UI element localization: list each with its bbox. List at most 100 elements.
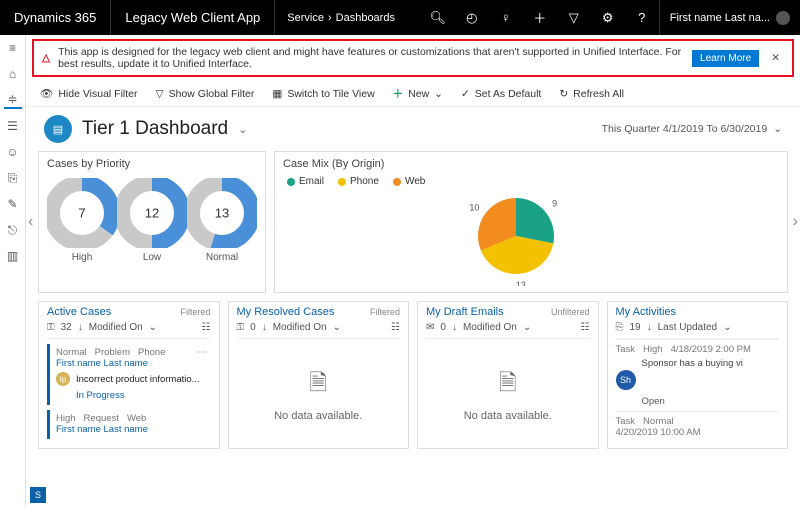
- card-title[interactable]: My Resolved Cases: [237, 306, 335, 318]
- help-icon[interactable]: ?: [625, 0, 659, 35]
- app-name[interactable]: Legacy Web Client App: [111, 0, 275, 35]
- chevron-down-icon[interactable]: ⌄: [238, 123, 247, 136]
- queue-icon[interactable]: ⎘: [4, 169, 22, 187]
- svg-text:13: 13: [516, 280, 526, 286]
- close-icon[interactable]: ✕: [767, 52, 784, 64]
- settings-icon[interactable]: ☷: [391, 322, 400, 333]
- side-rail: ≡ ⌂ ≑ ☰ ☺ ⎘ ✎ ⎋ ▥: [0, 35, 26, 507]
- card-title[interactable]: Active Cases: [47, 306, 111, 318]
- set-default-button[interactable]: ✓Set As Default: [461, 88, 541, 100]
- owner-link[interactable]: First name Last name: [56, 424, 207, 435]
- draft-emails-card: My Draft EmailsUnfiltered ✉0↓Modified On…: [417, 301, 599, 449]
- copy-icon[interactable]: ⎘: [616, 322, 624, 333]
- case-item[interactable]: HighRequestWeb First name Last name: [47, 410, 211, 439]
- panel-title: Cases by Priority: [47, 158, 257, 170]
- activity-item[interactable]: TaskNormal 4/20/2019 10:00 AM: [616, 411, 780, 442]
- folder-icon[interactable]: ▥: [4, 247, 22, 265]
- svg-text:9: 9: [552, 199, 557, 209]
- hide-visual-filter-button[interactable]: 👁︎Hide Visual Filter: [40, 87, 138, 100]
- owner-link[interactable]: First name Last name: [56, 358, 207, 369]
- nodata-text: No data available.: [464, 410, 552, 422]
- dashboard-icon: ▤: [44, 115, 72, 143]
- donut-normal[interactable]: 13 Normal: [187, 178, 257, 263]
- alert-text: This app is designed for the legacy web …: [58, 46, 684, 70]
- bulb-icon[interactable]: ♀: [489, 0, 523, 35]
- chevron-down-icon: ⌄: [434, 88, 443, 100]
- cards-row: Active CasesFiltered ⚿ 32 ↓ Modified On …: [38, 301, 788, 449]
- clock-icon[interactable]: ◴: [455, 0, 489, 35]
- plus-icon[interactable]: ＋: [523, 0, 557, 35]
- settings-icon[interactable]: ☷: [202, 322, 211, 333]
- check-icon: ✓: [461, 88, 470, 100]
- new-button[interactable]: ＋New⌄: [393, 86, 443, 101]
- user-menu[interactable]: First name Last na...: [659, 0, 800, 35]
- users-icon[interactable]: ☺: [4, 143, 22, 161]
- resolved-cases-card: My Resolved CasesFiltered ⚿0↓Modified On…: [228, 301, 410, 449]
- pin-icon[interactable]: ✎: [4, 195, 22, 213]
- donut-low[interactable]: 12 Low: [117, 178, 187, 263]
- date-range[interactable]: This Quarter 4/1/2019 To 6/30/2019⌄: [602, 123, 782, 135]
- command-bar: 👁︎Hide Visual Filter ▽Show Global Filter…: [26, 81, 800, 107]
- mail-icon[interactable]: ✉: [426, 322, 434, 333]
- key-icon[interactable]: ⚿: [237, 322, 245, 333]
- avatar-icon: Ip: [56, 372, 70, 386]
- chevron-down-icon[interactable]: ⌄: [149, 322, 157, 333]
- filter-status: Filtered: [180, 307, 210, 317]
- sort-field[interactable]: Modified On: [89, 322, 143, 333]
- arrow-down-icon[interactable]: ↓: [78, 322, 83, 333]
- key-icon[interactable]: ⚿: [47, 322, 55, 333]
- crumb-dashboards[interactable]: Dashboards: [336, 12, 395, 24]
- count: 32: [61, 322, 72, 333]
- chevron-down-icon: ⌄: [773, 123, 782, 135]
- learn-more-button[interactable]: Learn More: [692, 50, 759, 67]
- filter-icon[interactable]: ▽: [557, 0, 591, 35]
- home-icon[interactable]: ⌂: [4, 65, 22, 83]
- breadcrumb[interactable]: Service › Dashboards: [275, 0, 407, 35]
- dashboard-header: ▤ Tier 1 Dashboard ⌄ This Quarter 4/1/20…: [26, 107, 800, 151]
- gear-icon[interactable]: ⚙: [591, 0, 625, 35]
- show-global-filter-button[interactable]: ▽Show Global Filter: [156, 88, 255, 100]
- legend-item[interactable]: Phone: [338, 176, 379, 187]
- filter-status: Unfiltered: [551, 307, 590, 317]
- legacy-alert: △ This app is designed for the legacy we…: [32, 39, 794, 77]
- charts-row: ‹ › Cases by Priority 7 High 12 Low 13: [38, 151, 788, 293]
- status-badge[interactable]: S: [30, 487, 46, 503]
- nodata-text: No data available.: [274, 410, 362, 422]
- crumb-service[interactable]: Service: [287, 12, 324, 24]
- tile-icon: ▦: [272, 88, 282, 100]
- legend-item[interactable]: Email: [287, 176, 324, 187]
- settings-icon[interactable]: ☷: [581, 322, 590, 333]
- svg-text:10: 10: [469, 203, 479, 213]
- filter-status: Filtered: [370, 307, 400, 317]
- funnel-icon: ▽: [156, 88, 164, 100]
- attach-icon[interactable]: ⎋: [4, 221, 22, 239]
- file-icon: 🗎: [309, 366, 327, 404]
- topbar: Dynamics 365 Legacy Web Client App Servi…: [0, 0, 800, 35]
- active-cases-card: Active CasesFiltered ⚿ 32 ↓ Modified On …: [38, 301, 220, 449]
- warning-icon: △: [42, 52, 50, 64]
- donut-high[interactable]: 7 High: [47, 178, 117, 263]
- status-link[interactable]: In Progress: [76, 390, 207, 401]
- activities-card: My Activities ⎘19↓Last Updated⌄ TaskHigh…: [607, 301, 789, 449]
- card-title[interactable]: My Draft Emails: [426, 306, 504, 318]
- search-icon[interactable]: 🔍︎: [421, 0, 455, 35]
- card-title[interactable]: My Activities: [616, 306, 677, 318]
- menu-icon[interactable]: ≡: [4, 39, 22, 57]
- pie-chart[interactable]: 9 13 10: [456, 191, 606, 286]
- chart-icon[interactable]: ≑: [4, 91, 22, 109]
- scroll-right-icon[interactable]: ›: [793, 213, 798, 231]
- cases-by-priority-panel: Cases by Priority 7 High 12 Low 13 Norma…: [38, 151, 266, 293]
- activity-item[interactable]: TaskHigh4/18/2019 2:00 PM ShSponsor has …: [616, 339, 780, 411]
- page-title[interactable]: Tier 1 Dashboard: [82, 118, 228, 140]
- refresh-button[interactable]: ↻Refresh All: [559, 88, 624, 100]
- avatar-icon: Sh: [616, 370, 636, 390]
- case-item[interactable]: NormalProblemPhone⋯ First name Last name…: [47, 344, 211, 405]
- list-icon[interactable]: ☰: [4, 117, 22, 135]
- refresh-icon: ↻: [559, 88, 568, 100]
- switch-tile-button[interactable]: ▦Switch to Tile View: [272, 88, 374, 100]
- legend-item[interactable]: Web: [393, 176, 425, 187]
- eye-off-icon: 👁︎: [40, 87, 53, 100]
- brand[interactable]: Dynamics 365: [0, 0, 111, 35]
- scroll-left-icon[interactable]: ‹: [28, 213, 33, 231]
- chevron-right-icon: ›: [328, 12, 332, 24]
